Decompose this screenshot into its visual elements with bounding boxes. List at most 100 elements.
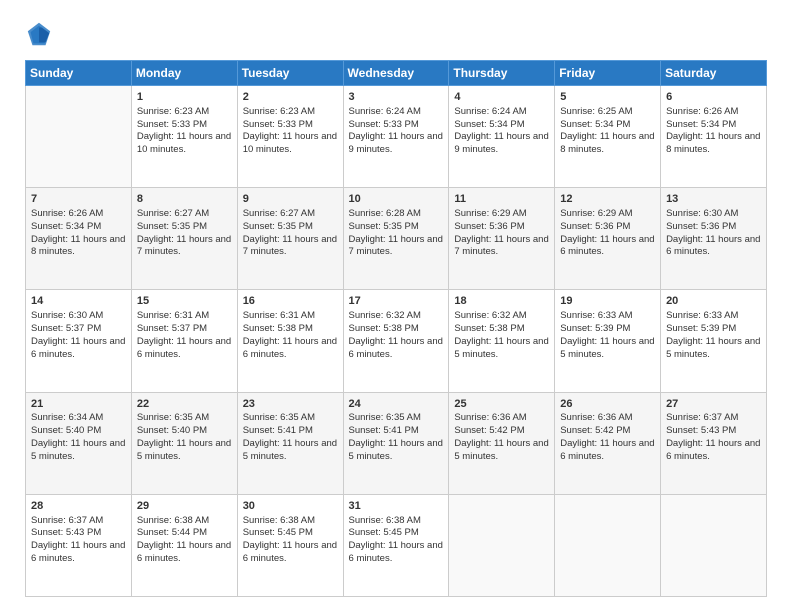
sunset-text: Sunset: 5:37 PM [31, 323, 101, 334]
sunset-text: Sunset: 5:36 PM [560, 221, 630, 232]
sunrise-text: Sunrise: 6:35 AM [349, 412, 421, 423]
sunrise-text: Sunrise: 6:37 AM [666, 412, 738, 423]
daylight-text: Daylight: 11 hours and 9 minutes. [454, 131, 548, 155]
day-number: 17 [349, 294, 444, 309]
calendar-cell: 29Sunrise: 6:38 AMSunset: 5:44 PMDayligh… [131, 494, 237, 596]
sunrise-text: Sunrise: 6:23 AM [137, 106, 209, 117]
day-number: 24 [349, 397, 444, 412]
sunrise-text: Sunrise: 6:38 AM [243, 515, 315, 526]
calendar-cell: 7Sunrise: 6:26 AMSunset: 5:34 PMDaylight… [26, 188, 132, 290]
day-number: 13 [666, 192, 761, 207]
sunrise-text: Sunrise: 6:30 AM [31, 310, 103, 321]
calendar-cell: 28Sunrise: 6:37 AMSunset: 5:43 PMDayligh… [26, 494, 132, 596]
calendar-cell [661, 494, 767, 596]
sunrise-text: Sunrise: 6:34 AM [31, 412, 103, 423]
daylight-text: Daylight: 11 hours and 6 minutes. [243, 540, 337, 564]
calendar-cell: 14Sunrise: 6:30 AMSunset: 5:37 PMDayligh… [26, 290, 132, 392]
day-number: 31 [349, 499, 444, 514]
sunrise-text: Sunrise: 6:35 AM [137, 412, 209, 423]
calendar-cell: 6Sunrise: 6:26 AMSunset: 5:34 PMDaylight… [661, 86, 767, 188]
day-number: 3 [349, 90, 444, 105]
logo [25, 20, 57, 48]
daylight-text: Daylight: 11 hours and 7 minutes. [349, 234, 443, 258]
day-number: 30 [243, 499, 338, 514]
daylight-text: Daylight: 11 hours and 6 minutes. [666, 234, 760, 258]
calendar-cell: 25Sunrise: 6:36 AMSunset: 5:42 PMDayligh… [449, 392, 555, 494]
daylight-text: Daylight: 11 hours and 7 minutes. [454, 234, 548, 258]
sunset-text: Sunset: 5:39 PM [560, 323, 630, 334]
calendar-cell: 3Sunrise: 6:24 AM Sunset: 5:33 PMDaylight… [343, 86, 449, 188]
sunset-text: Sunset: 5:43 PM [666, 425, 736, 436]
day-number: 22 [137, 397, 232, 412]
sunset-text: Sunset: 5:38 PM [243, 323, 313, 334]
sunrise-text: Sunrise: 6:33 AM [666, 310, 738, 321]
calendar-header-row: SundayMondayTuesdayWednesdayThursdayFrid… [26, 61, 767, 86]
sunset-text: Sunset: 5:33 PM [243, 119, 313, 130]
sunrise-text: Sunrise: 6:38 AM [349, 515, 421, 526]
daylight-text: Daylight: 11 hours and 8 minutes. [666, 131, 760, 155]
sunset-text: Sunset: 5:39 PM [666, 323, 736, 334]
day-number: 2 [243, 90, 338, 105]
calendar-cell: 30Sunrise: 6:38 AMSunset: 5:45 PMDayligh… [237, 494, 343, 596]
sunrise-text: Sunrise: 6:28 AM [349, 208, 421, 219]
daylight-text: Daylight: 11 hours and 9 minutes. [349, 131, 443, 155]
logo-icon [25, 20, 53, 48]
calendar-cell: 16Sunrise: 6:31 AMSunset: 5:38 PMDayligh… [237, 290, 343, 392]
sunset-text: Sunset: 5:33 PM [349, 119, 419, 130]
calendar-cell: 13Sunrise: 6:30 AMSunset: 5:36 PMDayligh… [661, 188, 767, 290]
sunset-text: Sunset: 5:35 PM [137, 221, 207, 232]
sunrise-text: Sunrise: 6:26 AM [31, 208, 103, 219]
calendar-cell: 31Sunrise: 6:38 AMSunset: 5:45 PM Dayligh… [343, 494, 449, 596]
daylight-text: Daylight: 11 hours and 6 minutes. [560, 438, 654, 462]
calendar-cell: 20Sunrise: 6:33 AMSunset: 5:39 PMDayligh… [661, 290, 767, 392]
daylight-text: Daylight: 11 hours and 6 minutes. [137, 540, 231, 564]
day-number: 12 [560, 192, 655, 207]
calendar-cell: 10Sunrise: 6:28 AMSunset: 5:35 PMDayligh… [343, 188, 449, 290]
daylight-text: Daylight: 11 hours and 8 minutes. [31, 234, 125, 258]
sunset-text: Sunset: 5:40 PM [137, 425, 207, 436]
sunset-text: Sunset: 5:34 PM [666, 119, 736, 130]
sunrise-text: Sunrise: 6:25 AM [560, 106, 632, 117]
day-number: 29 [137, 499, 232, 514]
calendar-cell: 8Sunrise: 6:27 AMSunset: 5:35 PMDaylight… [131, 188, 237, 290]
daylight-text: Daylight: 11 hours and 6 minutes. [349, 540, 443, 564]
daylight-text: Daylight: 11 hours and 8 minutes. [560, 131, 654, 155]
day-number: 1 [137, 90, 232, 105]
sunrise-text: Sunrise: 6:29 AM [560, 208, 632, 219]
sunset-text: Sunset: 5:34 PM [454, 119, 524, 130]
calendar-week-row: 1Sunrise: 6:23 AMSunset: 5:33 PMDaylight… [26, 86, 767, 188]
sunrise-text: Sunrise: 6:31 AM [137, 310, 209, 321]
daylight-text: Daylight: 11 hours and 6 minutes. [349, 336, 443, 360]
calendar-day-header: Friday [555, 61, 661, 86]
sunrise-text: Sunrise: 6:30 AM [666, 208, 738, 219]
day-number: 15 [137, 294, 232, 309]
sunset-text: Sunset: 5:37 PM [137, 323, 207, 334]
sunrise-text: Sunrise: 6:24 AM [349, 106, 421, 117]
day-number: 23 [243, 397, 338, 412]
sunrise-text: Sunrise: 6:31 AM [243, 310, 315, 321]
sunset-text: Sunset: 5:42 PM [454, 425, 524, 436]
calendar-cell: 24Sunrise: 6:35 AMSunset: 5:41 PMDayligh… [343, 392, 449, 494]
calendar-day-header: Wednesday [343, 61, 449, 86]
sunrise-text: Sunrise: 6:24 AM [454, 106, 526, 117]
sunrise-text: Sunrise: 6:38 AM [137, 515, 209, 526]
sunset-text: Sunset: 5:40 PM [31, 425, 101, 436]
day-number: 9 [243, 192, 338, 207]
sunrise-text: Sunrise: 6:35 AM [243, 412, 315, 423]
calendar-week-row: 21Sunrise: 6:34 AMSunset: 5:40 PMDayligh… [26, 392, 767, 494]
calendar-cell: 18Sunrise: 6:32 AMSunset: 5:38 PMDayligh… [449, 290, 555, 392]
calendar-cell [555, 494, 661, 596]
sunset-text: Sunset: 5:45 PM [349, 527, 419, 538]
sunset-text: Sunset: 5:35 PM [243, 221, 313, 232]
calendar-cell: 1Sunrise: 6:23 AMSunset: 5:33 PMDaylight… [131, 86, 237, 188]
daylight-text: Daylight: 11 hours and 6 minutes. [31, 336, 125, 360]
day-number: 10 [349, 192, 444, 207]
day-number: 4 [454, 90, 549, 105]
calendar-cell: 9Sunrise: 6:27 AMSunset: 5:35 PMDaylight… [237, 188, 343, 290]
day-number: 27 [666, 397, 761, 412]
day-number: 20 [666, 294, 761, 309]
calendar-cell: 19Sunrise: 6:33 AMSunset: 5:39 PMDayligh… [555, 290, 661, 392]
page: SundayMondayTuesdayWednesdayThursdayFrid… [0, 0, 792, 612]
daylight-text: Daylight: 11 hours and 10 minutes. [137, 131, 231, 155]
header [25, 20, 767, 48]
